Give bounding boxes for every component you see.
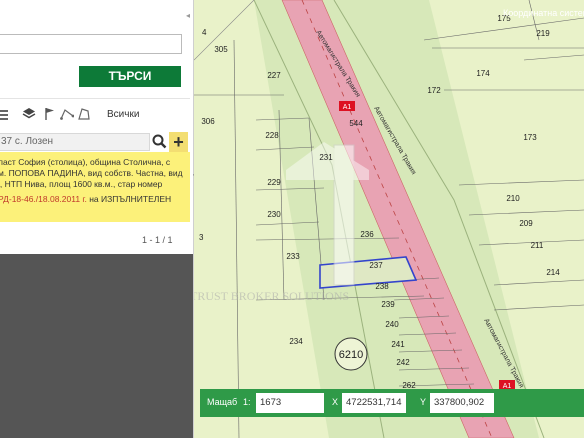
add-button[interactable]: + xyxy=(169,132,188,152)
cadastral-map[interactable]: TRUST BROKER SOLUTIONS 6210 Автомагистра… xyxy=(194,0,584,438)
scale-prefix: 1: xyxy=(243,397,251,407)
y-coordinate-field[interactable]: 337800,902 xyxy=(430,393,494,413)
list-icon[interactable] xyxy=(0,110,10,120)
scale-label: Мащаб xyxy=(207,397,238,407)
parcel-info-box: ласт София (столица), община Столична, с… xyxy=(0,152,190,222)
watermark-text: TRUST BROKER SOLUTIONS xyxy=(194,289,349,303)
parcel-number: 306 xyxy=(201,117,215,126)
order-reference: РД-18-46./18.08.2011 г. xyxy=(0,194,87,204)
parcel-number: 229 xyxy=(267,178,281,187)
chevron-left-icon[interactable]: ◂ xyxy=(186,11,190,20)
flag-icon[interactable] xyxy=(44,107,56,121)
result-search-field[interactable]: 37 с. Лозен xyxy=(0,133,150,151)
block-number: 6210 xyxy=(339,349,363,361)
map-status-bar: Мащаб 1: 1673 X 4722531,714 Y 337800,902 xyxy=(200,389,584,417)
empty-panel xyxy=(0,254,193,438)
divider xyxy=(0,98,190,99)
parcel-number: 214 xyxy=(546,268,560,277)
pagination-info: 1 - 1 / 1 xyxy=(142,235,173,245)
watermark-logo: TRUST BROKER SOLUTIONS xyxy=(194,142,369,303)
search-button[interactable]: ТЪРСИ xyxy=(79,66,181,87)
map-view[interactable]: TRUST BROKER SOLUTIONS 6210 Автомагистра… xyxy=(194,0,584,438)
parcel-number: 305 xyxy=(214,45,228,54)
parcel-number: 239 xyxy=(381,300,395,309)
measure-area-icon[interactable] xyxy=(78,108,90,120)
info-line: м. ПОПОВА ПАДИНА, вид собств. Частна, ви… xyxy=(0,168,183,178)
parcel-number: 219 xyxy=(536,29,550,38)
all-layers-label[interactable]: Всички xyxy=(107,109,139,120)
parcel-number: 544 xyxy=(349,119,363,128)
parcel-number: 240 xyxy=(385,320,399,329)
x-label: X xyxy=(332,397,339,407)
parcel-number: 233 xyxy=(286,252,300,261)
search-input[interactable] xyxy=(0,34,182,54)
layer-toolbar: Всички xyxy=(0,106,190,126)
measure-line-icon[interactable] xyxy=(60,108,74,120)
info-line: ласт София (столица), община Столична, с xyxy=(0,157,171,167)
x-coordinate-field[interactable]: 4722531,714 xyxy=(342,393,406,413)
info-line: i, НТП Нива, площ 1600 кв.м., стар номер xyxy=(0,179,163,189)
parcel-number: 236 xyxy=(360,230,374,239)
svg-text:А1: А1 xyxy=(343,104,352,111)
parcel-number: 231 xyxy=(319,153,333,162)
parcel-number: 242 xyxy=(396,358,410,367)
parcel-number: 237 xyxy=(369,261,383,270)
y-label: Y xyxy=(420,397,427,407)
left-panel: ◂ ТЪРСИ Всички 37 с. Лозен + ласт София … xyxy=(0,0,194,438)
search-icon[interactable] xyxy=(151,132,167,152)
parcel-number: 211 xyxy=(531,241,544,250)
coordinate-system-label[interactable]: Координатна систем xyxy=(503,8,584,18)
parcel-number: 241 xyxy=(391,340,405,349)
map-label: 3 xyxy=(199,233,204,242)
parcel-number: 210 xyxy=(506,194,520,203)
parcel-number: 238 xyxy=(375,282,389,291)
parcel-number: 174 xyxy=(476,69,490,78)
parcel-number: 172 xyxy=(427,86,441,95)
map-label: 4 xyxy=(202,28,207,37)
layers-icon[interactable] xyxy=(22,107,36,121)
order-suffix: на ИЗПЪЛНИТЕЛЕН xyxy=(86,194,172,204)
parcel-number: 230 xyxy=(267,210,281,219)
parcel-number: 227 xyxy=(267,71,281,80)
parcel-number: 234 xyxy=(289,337,303,346)
parcel-number: 173 xyxy=(523,133,537,142)
parcel-number: 209 xyxy=(519,219,533,228)
scale-input[interactable]: 1673 xyxy=(256,393,324,413)
parcel-number: 228 xyxy=(265,131,279,140)
